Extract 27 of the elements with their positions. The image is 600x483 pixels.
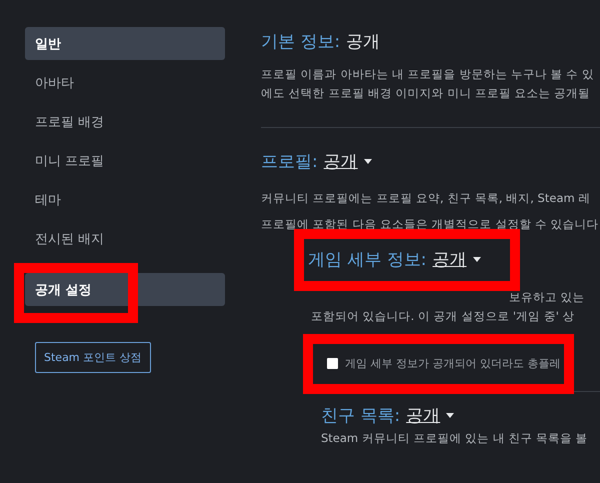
sidebar-item[interactable]: 테마: [25, 183, 225, 216]
sidebar-item[interactable]: 공개 설정: [25, 273, 225, 306]
description-text: 프로필 이름과 아바타는 내 프로필을 방문하는 누구나 볼 수 있: [261, 66, 595, 83]
setting-label: 기본 정보:: [261, 31, 340, 53]
caret-icon: [446, 413, 454, 418]
points-shop-button[interactable]: Steam 포인트 상점: [35, 342, 151, 373]
caret-icon: [472, 257, 481, 262]
description-text: 에도 선택한 프로필 배경 이미지와 미니 프로필 요소는 공개될: [261, 85, 592, 102]
setting-label: 프로필:: [261, 151, 318, 173]
caret-icon: [364, 159, 372, 164]
description-text: Steam 커뮤니티 프로필에 있는 내 친구 목록을 볼: [321, 430, 589, 447]
sidebar-item[interactable]: 전시된 배지: [25, 222, 225, 255]
setting-label: 게임 세부 정보:: [308, 249, 427, 271]
privacy-dropdown[interactable]: 공개: [324, 150, 358, 173]
description-text: 포함되어 있습니다. 이 공개 설정으로 '게임 중' 상: [311, 308, 576, 325]
sidebar-item[interactable]: 프로필 배경: [25, 105, 225, 138]
checkbox[interactable]: [327, 358, 338, 369]
sidebar-item[interactable]: 일반: [25, 27, 225, 60]
setting-label: 친구 목록:: [321, 405, 400, 427]
description-text: 커뮤니티 프로필에는 프로필 요약, 친구 목록, 배지, Steam 레: [261, 190, 592, 207]
sidebar-item[interactable]: 미니 프로필: [25, 144, 225, 177]
sidebar-item[interactable]: 아바타: [25, 66, 225, 99]
privacy-dropdown[interactable]: 공개: [406, 404, 440, 427]
description-text: 보유하고 있는: [508, 289, 586, 306]
privacy-dropdown[interactable]: 공개: [432, 248, 467, 271]
privacy-value: 공개: [346, 31, 380, 53]
checkbox-label: 게임 세부 정보가 공개되어 있더라도 총플레: [345, 356, 560, 371]
